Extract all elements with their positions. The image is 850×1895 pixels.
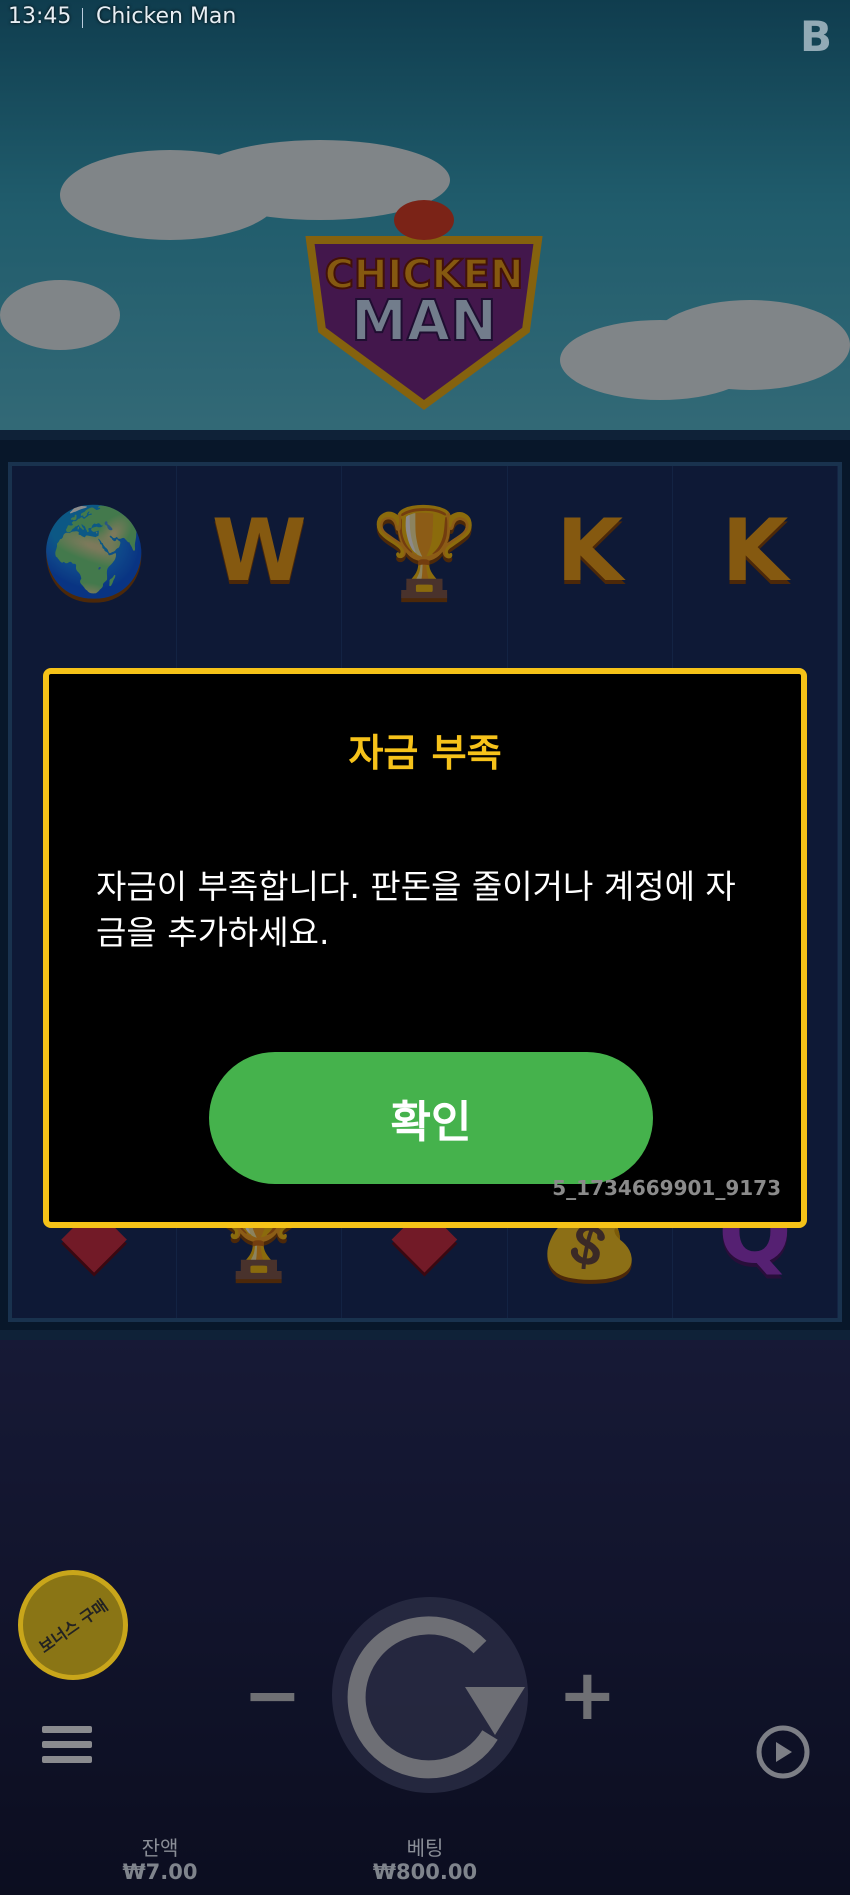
bonus-buy-button[interactable]: 보너스 구매 [18,1570,128,1680]
dialog-message: 자금이 부족합니다. 판돈을 줄이거나 계정에 자금을 추가하세요. [96,867,736,952]
confirm-button[interactable]: 확인 [209,1052,653,1184]
bet-label: 베팅 [406,1836,444,1860]
game-title: Chicken Man [96,4,237,29]
status-bar: 13:45 Chicken Man B [0,0,850,61]
balance-value: ₩7.00 [122,1860,198,1884]
autoplay-icon [776,1742,792,1762]
spin-button[interactable] [330,1595,530,1795]
bonus-buy-label: 보너스 구매 [35,1595,112,1657]
bet-value: ₩800.00 [372,1860,478,1884]
increase-bet-button[interactable]: + [558,1660,617,1730]
status-time: 13:45 [8,4,72,29]
menu-icon-bar [42,1756,92,1763]
insufficient-funds-dialog: 자금 부족 자금이 부족합니다. 판돈을 줄이거나 계정에 자금을 추가하세요.… [43,668,807,1228]
decrease-bet-button[interactable]: − [243,1660,302,1730]
session-id: 5_1734669901_9173 [552,1176,781,1200]
status-separator [82,8,83,28]
menu-button[interactable] [42,1726,92,1770]
balance-label: 잔액 [141,1836,179,1860]
menu-icon-bar [42,1741,92,1748]
dialog-title: 자금 부족 [348,731,502,775]
menu-icon [42,1726,92,1733]
brand-logo-icon: B [799,12,832,61]
autoplay-button[interactable] [750,1722,816,1782]
